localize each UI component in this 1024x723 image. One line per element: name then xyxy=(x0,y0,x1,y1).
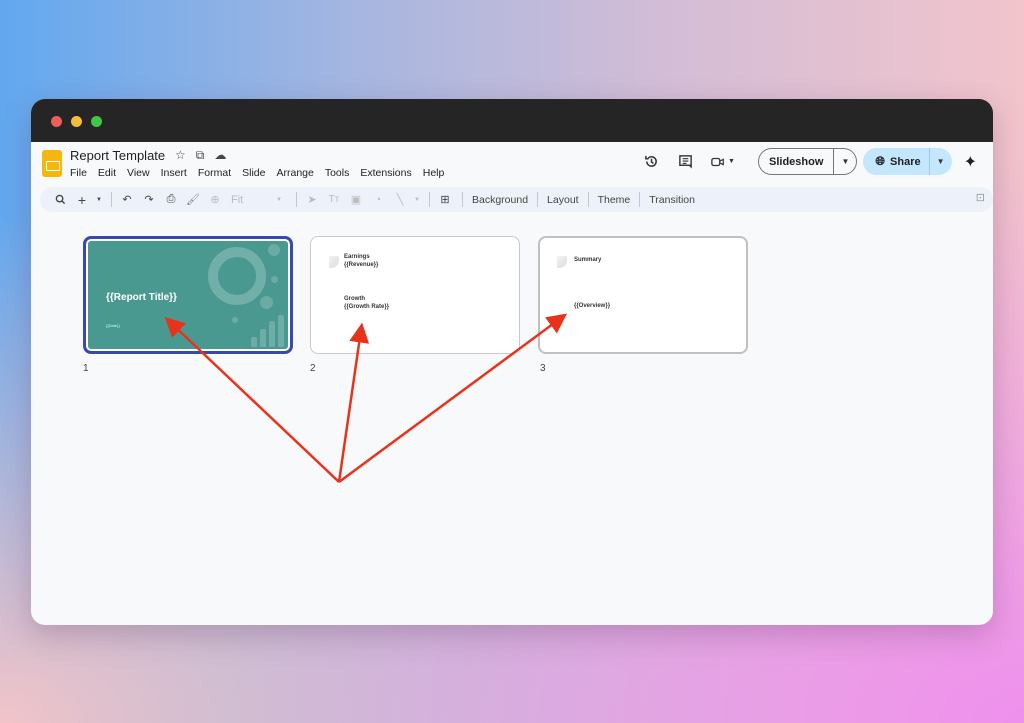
transition-button[interactable]: Transition xyxy=(645,194,699,206)
search-menus-icon[interactable] xyxy=(50,190,70,210)
cloud-saved-icon[interactable]: ☁ xyxy=(214,148,226,163)
circle-decoration xyxy=(268,244,280,256)
speaker-notes-icon[interactable]: ⊡ xyxy=(976,191,985,204)
corner-decoration xyxy=(329,256,339,268)
slide-2-earnings-block: Earnings {{Revenue}} xyxy=(344,253,378,269)
globe-icon: 🌐︎ xyxy=(875,154,886,168)
app-header: Report Template ☆ ⧉ ☁ File Edit View Ins… xyxy=(31,142,993,186)
header-actions: ▼ Slideshow ▼ 🌐︎ Share ▼ ✦ xyxy=(640,148,977,175)
slide-1-date: {{Date}} xyxy=(106,323,120,328)
menu-slide[interactable]: Slide xyxy=(242,167,265,179)
slide-thumbnail-1[interactable]: {{Report Title}} {{Date}} xyxy=(83,236,293,354)
print-icon[interactable]: ⎙ xyxy=(161,190,181,210)
zoom-select[interactable]: Fit xyxy=(227,190,267,210)
maximize-window-button[interactable] xyxy=(91,116,102,127)
menu-extensions[interactable]: Extensions xyxy=(360,167,411,179)
overview-placeholder: {{Overview}} xyxy=(574,303,611,309)
gemini-spark-icon[interactable]: ✦ xyxy=(964,152,977,172)
share-dropdown-icon[interactable]: ▼ xyxy=(930,157,952,166)
menu-file[interactable]: File xyxy=(70,167,87,179)
slide-number: 2 xyxy=(310,363,316,374)
slide-1-title: {{Report Title}} xyxy=(106,292,177,303)
slide-number: 1 xyxy=(83,363,89,374)
add-comment-icon[interactable]: ⊞ xyxy=(435,190,455,210)
undo-icon[interactable]: ↶ xyxy=(117,190,137,210)
circle-decoration xyxy=(260,296,273,309)
slide-grid: {{Report Title}} {{Date}} 1 Earnings {{R… xyxy=(31,212,993,625)
text-box-icon[interactable]: Tт xyxy=(324,190,344,210)
move-to-folder-icon[interactable]: ⧉ xyxy=(196,148,205,163)
growth-heading: Growth xyxy=(344,296,365,302)
slide-2-growth-block: Growth {{Growth Rate}} xyxy=(344,295,389,311)
redo-icon[interactable]: ↷ xyxy=(139,190,159,210)
minimize-window-button[interactable] xyxy=(71,116,82,127)
toolbar: + ▼ ↶ ↷ ⎙ 🖌︎ ⊕ Fit ▼ ➤ Tт ▣ ◔ ╲ ▼ ⊞ Back… xyxy=(40,187,993,212)
chevron-down-icon: ▼ xyxy=(728,158,735,165)
comments-icon[interactable] xyxy=(674,151,696,173)
menu-tools[interactable]: Tools xyxy=(325,167,350,179)
slideshow-button[interactable]: Slideshow ▼ xyxy=(758,148,858,175)
slide-thumbnail-3[interactable]: Summary {{Overview}} xyxy=(538,236,748,354)
paint-format-icon[interactable]: 🖌︎ xyxy=(183,190,203,210)
background-button[interactable]: Background xyxy=(468,194,532,206)
share-main[interactable]: 🌐︎ Share xyxy=(863,148,930,175)
bar-chart-decoration xyxy=(251,315,284,347)
menu-arrange[interactable]: Arrange xyxy=(276,167,313,179)
share-button[interactable]: 🌐︎ Share ▼ xyxy=(863,148,952,175)
slides-logo-icon[interactable] xyxy=(42,150,62,177)
menu-view[interactable]: View xyxy=(127,167,150,179)
zoom-dropdown-icon[interactable]: ▼ xyxy=(269,190,289,210)
shape-icon[interactable]: ◔ xyxy=(368,190,388,210)
circle-decoration xyxy=(232,317,238,323)
menu-edit[interactable]: Edit xyxy=(98,167,116,179)
donut-chart-decoration xyxy=(208,247,266,305)
earnings-heading: Earnings xyxy=(344,254,370,260)
circle-decoration xyxy=(271,276,278,283)
toolbar-divider xyxy=(296,192,297,207)
line-dropdown-icon[interactable]: ▼ xyxy=(412,190,422,210)
title-icons: ☆ ⧉ ☁ xyxy=(175,148,226,163)
toolbar-divider xyxy=(587,192,589,207)
close-window-button[interactable] xyxy=(51,116,62,127)
growth-rate-placeholder: {{Growth Rate}} xyxy=(344,304,390,310)
toolbar-divider xyxy=(639,192,641,207)
line-icon[interactable]: ╲ xyxy=(390,190,410,210)
share-label: Share xyxy=(890,155,921,168)
toolbar-divider xyxy=(537,192,539,207)
zoom-icon[interactable]: ⊕ xyxy=(205,190,225,210)
slide-thumbnail-2[interactable]: Earnings {{Revenue}} Growth {{Growth Rat… xyxy=(310,236,520,354)
document-title[interactable]: Report Template xyxy=(70,148,165,163)
new-slide-dropdown-icon[interactable]: ▼ xyxy=(94,190,104,210)
slideshow-label[interactable]: Slideshow xyxy=(759,149,835,174)
new-slide-icon[interactable]: + xyxy=(72,190,92,210)
summary-heading: Summary xyxy=(574,257,602,263)
menu-bar: File Edit View Insert Format Slide Arran… xyxy=(70,167,455,179)
toolbar-divider xyxy=(429,192,430,207)
slideshow-dropdown-icon[interactable]: ▼ xyxy=(834,157,856,166)
star-icon[interactable]: ☆ xyxy=(175,148,186,163)
toolbar-divider xyxy=(111,192,112,207)
version-history-icon[interactable] xyxy=(640,151,662,173)
menu-format[interactable]: Format xyxy=(198,167,231,179)
toolbar-divider xyxy=(462,192,463,207)
select-icon[interactable]: ➤ xyxy=(302,190,322,210)
window-titlebar xyxy=(31,99,993,142)
menu-help[interactable]: Help xyxy=(423,167,445,179)
revenue-placeholder: {{Revenue}} xyxy=(344,262,379,268)
slide-number: 3 xyxy=(540,363,546,374)
layout-button[interactable]: Layout xyxy=(543,194,583,206)
theme-button[interactable]: Theme xyxy=(594,194,635,206)
video-call-icon[interactable]: ▼ xyxy=(708,151,738,173)
corner-decoration xyxy=(557,256,567,268)
insert-image-icon[interactable]: ▣ xyxy=(346,190,366,210)
menu-insert[interactable]: Insert xyxy=(161,167,187,179)
app-window: Report Template ☆ ⧉ ☁ File Edit View Ins… xyxy=(31,99,993,625)
